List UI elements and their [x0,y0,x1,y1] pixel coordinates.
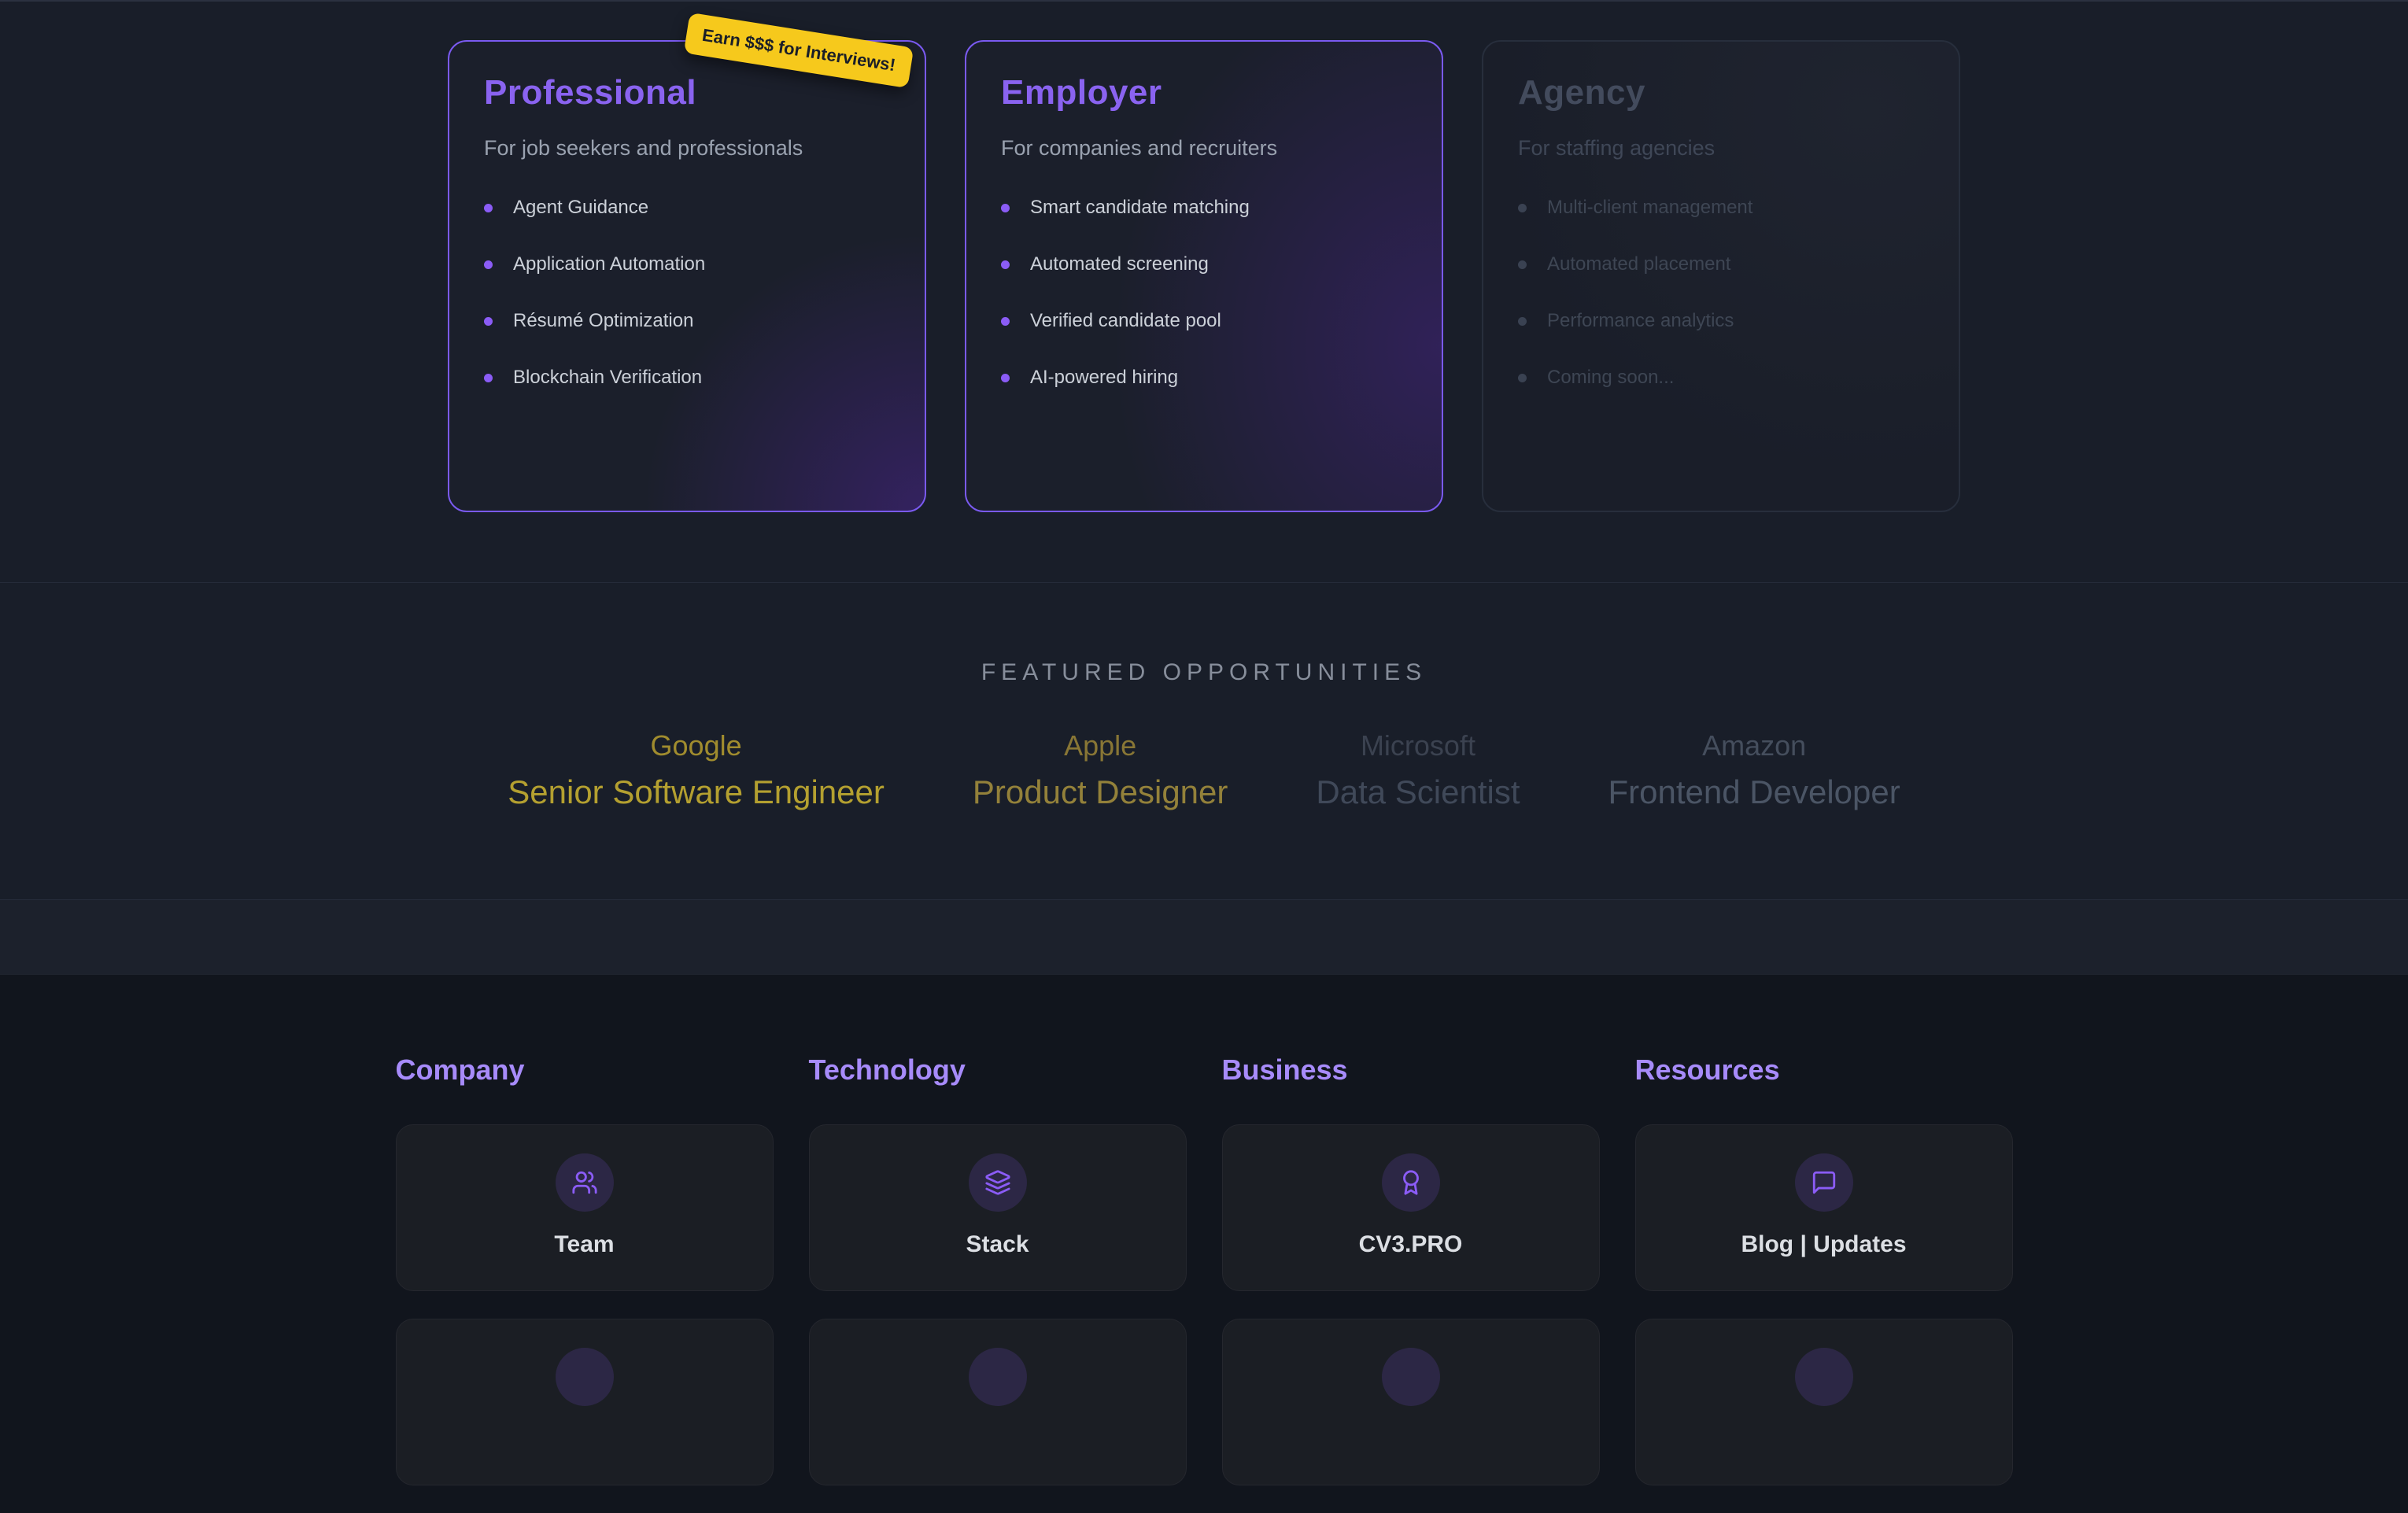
bullet-icon [484,260,493,269]
bullet-icon [1518,317,1527,326]
featured-jobs-carousel: Google Senior Software Engineer Apple Pr… [0,730,2408,810]
footer-card-team[interactable]: Team [396,1124,774,1291]
job-company: Google [508,730,885,762]
hidden-icon [556,1348,614,1406]
footer-heading-company: Company [396,1055,774,1085]
plan-feature: Smart candidate matching [1001,197,1407,219]
plan-feature: Résumé Optimization [484,310,890,332]
plan-title-professional: Professional [484,73,890,113]
plan-feature: Automated screening [1001,253,1407,275]
feature-label: AI-powered hiring [1030,367,1178,389]
job-role: Product Designer [973,774,1228,810]
featured-job-google[interactable]: Google Senior Software Engineer [508,730,885,810]
feature-label: Blockchain Verification [513,367,702,389]
footer-heading-resources: Resources [1635,1055,2013,1085]
footer-card-blog[interactable]: Blog | Updates [1635,1124,2013,1291]
bullet-icon [484,204,493,212]
plan-feature: AI-powered hiring [1001,367,1407,389]
plan-feature: Verified candidate pool [1001,310,1407,332]
bullet-icon [1001,204,1010,212]
featured-opportunities-section: FEATURED OPPORTUNITIES Google Senior Sof… [0,583,2408,900]
footer-card-label: Blog | Updates [1741,1231,1906,1258]
job-role: Senior Software Engineer [508,774,885,810]
plan-feature: Multi-client management [1518,197,1924,219]
feature-label: Application Automation [513,253,705,275]
hidden-icon [1795,1348,1853,1406]
spacer-band [0,900,2408,974]
feature-label: Performance analytics [1547,310,1734,332]
layers-icon [969,1153,1027,1212]
landing-page: Earn $$$ for Interviews! Professional Fo… [0,0,2408,1356]
footer: Company Team Technology [0,974,2408,1513]
footer-card-partial[interactable] [396,1319,774,1485]
plan-subtitle: For job seekers and professionals [484,136,890,161]
plan-card-agency[interactable]: Agency For staffing agencies Multi-clien… [1482,40,1960,512]
footer-heading-business: Business [1222,1055,1600,1085]
plan-subtitle: For companies and recruiters [1001,136,1407,161]
plans-section: Earn $$$ for Interviews! Professional Fo… [0,2,2408,583]
footer-card-label: CV3.PRO [1359,1231,1463,1258]
plan-title-employer: Employer [1001,73,1407,113]
footer-card-label: Team [554,1231,614,1258]
plan-feature-list: Smart candidate matching Automated scree… [1001,197,1407,389]
footer-heading-technology: Technology [809,1055,1187,1085]
footer-grid: Company Team Technology [396,1055,2013,1513]
feature-label: Smart candidate matching [1030,197,1250,219]
featured-job-microsoft[interactable]: Microsoft Data Scientist [1316,730,1520,810]
feature-label: Résumé Optimization [513,310,693,332]
feature-label: Coming soon... [1547,367,1674,389]
feature-label: Automated placement [1547,253,1730,275]
featured-job-apple[interactable]: Apple Product Designer [973,730,1228,810]
footer-card-cv3pro[interactable]: CV3.PRO [1222,1124,1600,1291]
footer-card-partial[interactable] [1635,1319,2013,1485]
bullet-icon [1001,374,1010,382]
bullet-icon [1001,317,1010,326]
plan-card-employer[interactable]: Employer For companies and recruiters Sm… [965,40,1443,512]
plan-feature: Automated placement [1518,253,1924,275]
feature-label: Agent Guidance [513,197,648,219]
bullet-icon [1518,260,1527,269]
job-company: Apple [973,730,1228,762]
plan-card-professional[interactable]: Earn $$$ for Interviews! Professional Fo… [448,40,926,512]
footer-card-stack[interactable]: Stack [809,1124,1187,1291]
feature-label: Verified candidate pool [1030,310,1221,332]
footer-column-business: Business CV3.PRO [1222,1055,1600,1513]
plan-feature-list: Multi-client management Automated placem… [1518,197,1924,389]
footer-column-technology: Technology Stack [809,1055,1187,1513]
message-square-icon [1795,1153,1853,1212]
bullet-icon [1001,260,1010,269]
plan-subtitle: For staffing agencies [1518,136,1924,161]
plan-feature: Performance analytics [1518,310,1924,332]
bullet-icon [484,374,493,382]
award-icon [1382,1153,1440,1212]
plan-feature: Application Automation [484,253,890,275]
plan-feature: Coming soon... [1518,367,1924,389]
bullet-icon [484,317,493,326]
footer-card-partial[interactable] [1222,1319,1600,1485]
hidden-icon [1382,1348,1440,1406]
job-role: Data Scientist [1316,774,1520,810]
users-icon [556,1153,614,1212]
footer-column-company: Company Team [396,1055,774,1513]
footer-column-resources: Resources Blog | Updates [1635,1055,2013,1513]
bullet-icon [1518,374,1527,382]
hidden-icon [969,1348,1027,1406]
footer-card-partial[interactable] [809,1319,1187,1485]
plan-feature: Blockchain Verification [484,367,890,389]
feature-label: Multi-client management [1547,197,1752,219]
job-company: Amazon [1608,730,1900,762]
featured-job-amazon[interactable]: Amazon Frontend Developer [1608,730,1900,810]
featured-heading: FEATURED OPPORTUNITIES [0,659,2408,686]
bullet-icon [1518,204,1527,212]
plan-feature: Agent Guidance [484,197,890,219]
plan-feature-list: Agent Guidance Application Automation Ré… [484,197,890,389]
feature-label: Automated screening [1030,253,1209,275]
plan-title-agency: Agency [1518,73,1924,113]
footer-card-label: Stack [966,1231,1029,1258]
job-role: Frontend Developer [1608,774,1900,810]
job-company: Microsoft [1316,730,1520,762]
